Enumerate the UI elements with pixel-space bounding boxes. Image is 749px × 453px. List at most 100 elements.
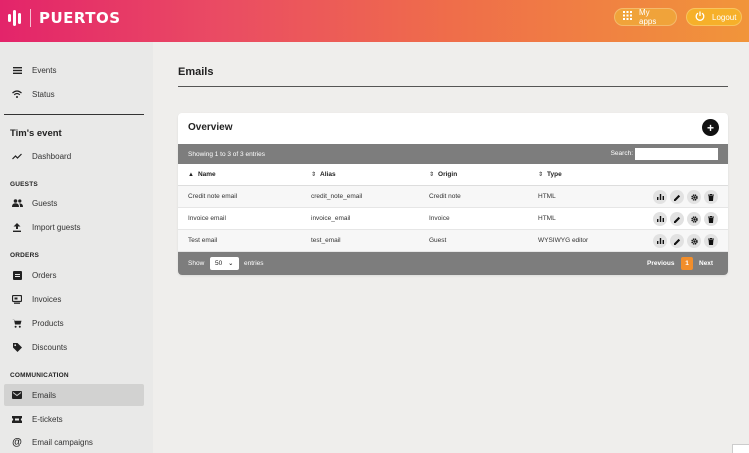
sidebar-item-label: Status [32,89,55,99]
corner-widget[interactable] [732,444,749,453]
search-input[interactable] [635,148,718,160]
cell-type: HTML [538,215,556,222]
event-name: Tim's event [10,128,62,139]
logout-button[interactable]: Logout [686,8,742,26]
trash-icon[interactable] [704,190,718,204]
top-bar: PUERTOS My apps Logout [0,0,749,42]
cell-alias: test_email [311,237,341,244]
cell-origin: Invoice [429,215,450,222]
search-label: Search: [610,150,633,157]
cart-icon [10,319,24,328]
gear-icon[interactable] [687,190,701,204]
sort-icon: ⇕ [311,172,317,178]
cell-name: Credit note email [188,193,238,200]
sidebar-item-label: Email campaigns [32,437,93,447]
cell-name: Test email [188,237,218,244]
order-icon [10,270,24,280]
power-icon [695,11,705,24]
edit-icon[interactable] [670,190,684,204]
row-actions [653,212,718,226]
gear-icon[interactable] [687,234,701,248]
table-row: Credit note email credit_note_email Cred… [178,186,728,208]
previous-page-button[interactable]: Previous [647,260,674,267]
logo-separator [30,9,31,27]
sort-icon: ⇕ [429,172,435,178]
page-length-select[interactable]: 50 ⌄ [210,257,239,270]
sidebar-item-orders[interactable]: Orders [4,264,144,286]
cell-alias: credit_note_email [311,193,363,200]
gear-icon[interactable] [687,212,701,226]
sidebar-item-label: Invoices [32,294,62,304]
cell-alias: invoice_email [311,215,351,222]
entries-label: entries [244,260,264,267]
next-page-button[interactable]: Next [699,260,713,267]
cell-origin: Credit note [429,193,461,200]
chevron-down-icon: ⌄ [228,261,234,267]
stats-icon[interactable] [653,234,667,248]
sidebar-item-products[interactable]: Products [4,312,144,334]
my-apps-button[interactable]: My apps [614,8,677,26]
upload-icon [10,222,24,232]
table-row: Invoice email invoice_email Invoice HTML [178,208,728,230]
sidebar-item-dashboard[interactable]: Dashboard [4,145,144,167]
sidebar: Events Status Tim's event Dashboard GUES… [0,42,153,453]
sidebar-item-invoices[interactable]: Invoices [4,288,144,310]
column-header-origin[interactable]: ⇕ Origin [429,171,457,178]
stats-icon[interactable] [653,212,667,226]
sidebar-item-guests[interactable]: Guests [4,192,144,214]
logo-mark-icon [8,10,21,26]
sidebar-item-discounts[interactable]: Discounts [4,336,144,358]
my-apps-label: My apps [639,8,657,26]
page-title: Emails [178,66,214,78]
brand-logo[interactable]: PUERTOS [8,8,121,28]
sidebar-item-label: Emails [32,390,57,400]
trash-icon[interactable] [704,234,718,248]
people-icon [10,199,24,207]
logout-label: Logout [712,12,737,22]
at-icon: @ [12,436,22,448]
table-info: Showing 1 to 3 of 3 entries [188,150,265,158]
trend-icon [10,153,24,160]
overview-card: Overview + Showing 1 to 3 of 3 entries S… [178,113,728,275]
mail-icon [10,391,24,399]
trash-icon[interactable] [704,212,718,226]
page-number-button[interactable]: 1 [681,257,693,270]
sidebar-divider [4,114,144,115]
sidebar-item-label: Dashboard [32,151,72,161]
sidebar-item-status[interactable]: Status [4,83,144,105]
sidebar-item-label: Discounts [32,342,68,352]
edit-icon[interactable] [670,212,684,226]
tag-icon [10,342,24,352]
row-actions [653,190,718,204]
edit-icon[interactable] [670,234,684,248]
stats-icon[interactable] [653,190,667,204]
section-label-communication: COMMUNICATION [10,372,69,379]
column-header-alias[interactable]: ⇕ Alias [311,171,336,178]
sort-asc-icon: ▲ [188,171,194,178]
cell-type: HTML [538,193,556,200]
grid-icon [623,11,632,23]
add-email-button[interactable]: + [702,119,719,136]
table-header: ▲ Name ⇕ Alias ⇕ Origin ⇕ Type [178,164,728,186]
sort-icon: ⇕ [538,172,544,178]
show-label: Show [188,260,205,267]
sidebar-item-etickets[interactable]: E-tickets [4,408,144,430]
sidebar-item-label: E-tickets [32,414,63,424]
sidebar-item-emails[interactable]: Emails [4,384,144,406]
brand-name: PUERTOS [39,9,121,27]
card-title: Overview [188,122,233,133]
title-divider [178,86,728,87]
row-actions [653,234,718,248]
column-header-type[interactable]: ⇕ Type [538,171,562,178]
sidebar-item-email-campaigns[interactable]: @ Email campaigns [4,431,144,453]
column-header-name[interactable]: ▲ Name [188,171,216,178]
sidebar-item-label: Import guests [32,222,81,232]
sidebar-item-import-guests[interactable]: Import guests [4,216,144,238]
section-label-orders: ORDERS [10,252,40,259]
sidebar-item-events[interactable]: Events [4,59,144,81]
sidebar-item-label: Events [32,65,57,75]
table-toolbar: Showing 1 to 3 of 3 entries Search: [178,144,728,164]
table-row: Test email test_email Guest WYSIWYG edit… [178,230,728,252]
wifi-icon [10,90,24,98]
sidebar-item-label: Orders [32,270,57,280]
